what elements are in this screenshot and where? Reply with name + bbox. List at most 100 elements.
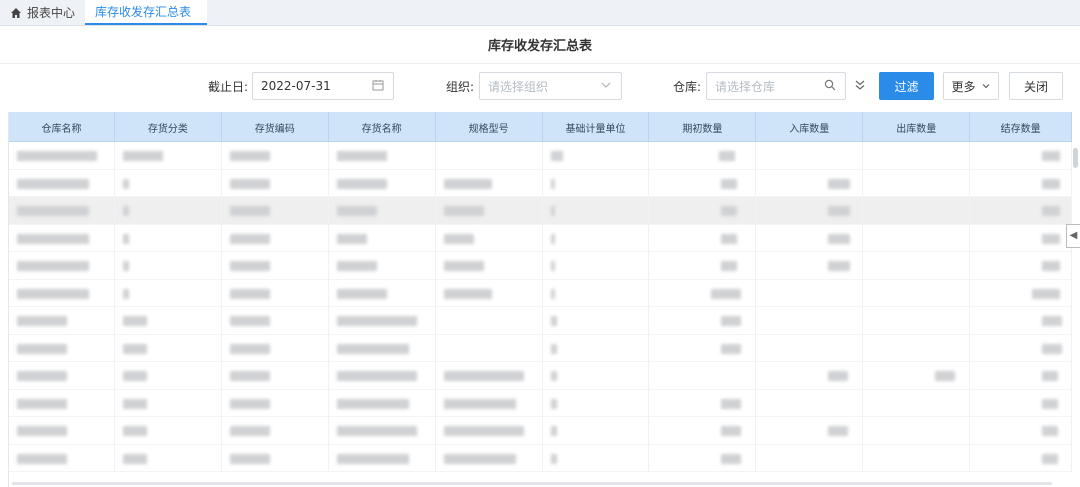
table-cell xyxy=(222,252,329,279)
redacted-value xyxy=(229,426,270,436)
column-header[interactable]: 存货编码 xyxy=(222,112,329,142)
table-cell xyxy=(756,444,864,471)
warehouse-search-input[interactable]: 请选择仓库 xyxy=(706,72,846,100)
table-cell xyxy=(436,197,543,224)
table-cell xyxy=(543,252,650,279)
redacted-value xyxy=(17,206,89,216)
redacted-value xyxy=(122,288,129,299)
column-header[interactable]: 规格型号 xyxy=(436,112,543,142)
redacted-value xyxy=(550,398,557,409)
table-cell xyxy=(649,362,757,389)
table-cell xyxy=(115,362,222,389)
org-select[interactable]: 请选择组织 xyxy=(479,72,622,100)
deadline-date-input[interactable]: 2022-07-31 xyxy=(252,72,394,100)
table-cell xyxy=(756,362,864,389)
table-cell xyxy=(436,334,543,361)
table-cell xyxy=(543,307,650,334)
table-cell xyxy=(9,389,115,416)
redacted-value xyxy=(122,371,147,381)
column-header[interactable]: 期初数量 xyxy=(649,112,757,142)
close-button[interactable]: 关闭 xyxy=(1009,72,1063,100)
redacted-value xyxy=(1042,371,1059,381)
table-row[interactable] xyxy=(9,444,1072,472)
redacted-value xyxy=(550,233,555,244)
table-row[interactable] xyxy=(9,417,1072,445)
table-cell xyxy=(436,362,543,389)
table-cell xyxy=(9,252,115,279)
table-row[interactable] xyxy=(9,224,1072,252)
redacted-value xyxy=(828,206,851,216)
column-header[interactable]: 存货名称 xyxy=(329,112,436,142)
table-row[interactable] xyxy=(9,142,1072,170)
vertical-scrollbar[interactable] xyxy=(1073,148,1078,168)
redacted-value xyxy=(443,426,524,436)
redacted-value xyxy=(122,453,147,464)
table-row[interactable] xyxy=(9,307,1072,335)
table-cell xyxy=(649,224,757,251)
table-cell xyxy=(970,389,1072,416)
redacted-value xyxy=(122,261,129,271)
table-cell xyxy=(222,389,329,416)
warehouse-placeholder: 请选择仓库 xyxy=(715,79,776,94)
table-row[interactable] xyxy=(9,197,1072,225)
expand-filters-icon[interactable] xyxy=(853,79,867,93)
column-header[interactable]: 存货分类 xyxy=(115,112,222,142)
redacted-value xyxy=(229,261,270,271)
redacted-value xyxy=(17,316,67,326)
chevron-down-icon xyxy=(982,84,989,89)
table-cell xyxy=(863,389,971,416)
redacted-value xyxy=(229,233,270,244)
redacted-value xyxy=(550,371,557,381)
redacted-value xyxy=(721,343,742,354)
more-button[interactable]: 更多 xyxy=(943,72,999,100)
table-row[interactable] xyxy=(9,389,1072,417)
table-cell xyxy=(543,334,650,361)
search-icon[interactable] xyxy=(823,79,837,93)
tab-label: 库存收发存汇总表 xyxy=(95,5,192,19)
table-cell xyxy=(649,252,757,279)
table-cell xyxy=(329,169,436,196)
table-row[interactable] xyxy=(9,169,1072,197)
redacted-value xyxy=(17,151,97,161)
redacted-value xyxy=(721,233,738,244)
tab-report-center[interactable]: 报表中心 xyxy=(0,0,85,25)
redacted-value xyxy=(550,316,557,326)
table-cell xyxy=(9,307,115,334)
table-cell xyxy=(970,279,1072,306)
table-cell xyxy=(863,417,971,444)
table-cell xyxy=(115,417,222,444)
table-row[interactable] xyxy=(9,334,1072,362)
table-body xyxy=(9,142,1072,472)
column-header[interactable]: 结存数量 xyxy=(970,112,1072,142)
filter-button[interactable]: 过滤 xyxy=(879,72,934,100)
horizontal-scrollbar[interactable] xyxy=(12,482,1052,485)
redacted-value xyxy=(721,453,742,464)
column-header[interactable]: 出库数量 xyxy=(863,112,971,142)
column-header[interactable]: 基础计量单位 xyxy=(543,112,650,142)
table-row[interactable] xyxy=(9,362,1072,390)
tab-inventory-summary[interactable]: 库存收发存汇总表 xyxy=(85,0,208,25)
table-row[interactable] xyxy=(9,252,1072,280)
table-row[interactable] xyxy=(9,279,1072,307)
table-cell xyxy=(329,142,436,169)
table-cell xyxy=(970,197,1072,224)
redacted-value xyxy=(1032,288,1061,299)
table-cell xyxy=(863,197,971,224)
table-cell xyxy=(329,334,436,361)
redacted-value xyxy=(721,426,742,436)
redacted-value xyxy=(828,233,851,244)
column-header[interactable]: 入库数量 xyxy=(756,112,864,142)
side-panel-handle[interactable]: ◀ xyxy=(1066,224,1080,248)
table-cell xyxy=(436,142,543,169)
redacted-value xyxy=(1042,151,1061,161)
table-cell xyxy=(756,279,864,306)
table-cell xyxy=(329,389,436,416)
table-cell xyxy=(436,224,543,251)
redacted-value xyxy=(336,261,377,271)
redacted-value xyxy=(719,151,736,161)
table-cell xyxy=(970,444,1072,471)
column-header[interactable]: 仓库名称 xyxy=(9,112,115,142)
redacted-value xyxy=(711,288,742,299)
redacted-value xyxy=(443,398,516,409)
calendar-icon[interactable] xyxy=(371,79,385,93)
